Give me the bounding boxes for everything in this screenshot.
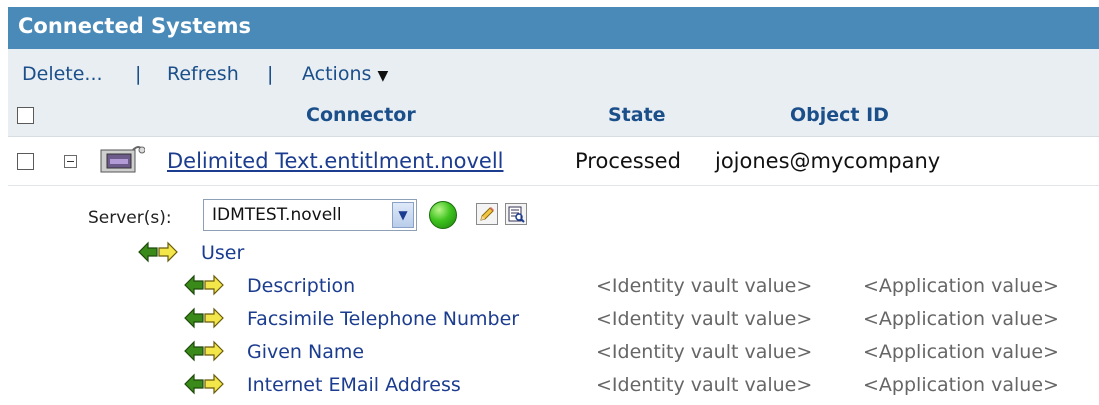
- attribute-name[interactable]: Given Name: [247, 341, 364, 363]
- collapse-toggle-icon[interactable]: [64, 155, 77, 168]
- row-divider: [8, 185, 1099, 186]
- table-header: Connector State Object ID: [8, 96, 1099, 137]
- sync-arrows-icon: [183, 274, 225, 296]
- application-value: <Application value>: [863, 374, 1059, 396]
- tree-root-user[interactable]: User: [201, 242, 244, 264]
- application-value: <Application value>: [863, 275, 1059, 297]
- column-state[interactable]: State: [608, 104, 666, 126]
- chevron-down-icon: ▼: [377, 68, 389, 84]
- delete-button[interactable]: Delete...: [22, 63, 103, 85]
- application-value: <Application value>: [863, 341, 1059, 363]
- panel-title: Connected Systems: [18, 14, 252, 38]
- server-select-value: IDMTEST.novell: [212, 205, 342, 225]
- toolbar-separator: |: [267, 63, 274, 85]
- sync-arrows-icon: [183, 340, 225, 362]
- connector-icon: [99, 144, 146, 180]
- table-row: Delimited Text.entitlment.novell Process…: [8, 137, 1099, 185]
- view-details-icon[interactable]: [505, 203, 527, 225]
- attribute-name[interactable]: Description: [247, 275, 355, 297]
- row-object-id: jojones@mycompany: [715, 149, 941, 173]
- panel-header: Connected Systems: [8, 7, 1099, 49]
- row-checkbox[interactable]: [17, 153, 34, 170]
- toolbar: Delete... | Refresh | Actions ▼: [8, 49, 1099, 96]
- status-green-icon: [429, 201, 457, 229]
- select-all-checkbox[interactable]: [17, 107, 34, 124]
- column-object-id[interactable]: Object ID: [790, 104, 889, 126]
- attribute-name[interactable]: Internet EMail Address: [247, 374, 461, 396]
- attribute-name[interactable]: Facsimile Telephone Number: [247, 308, 519, 330]
- application-value: <Application value>: [863, 308, 1059, 330]
- sync-arrows-icon: [137, 241, 179, 263]
- edit-pencil-icon[interactable]: [476, 203, 498, 225]
- row-state: Processed: [575, 149, 681, 173]
- sync-arrows-icon: [183, 307, 225, 329]
- actions-label: Actions: [302, 63, 372, 85]
- server-label: Server(s):: [88, 208, 172, 228]
- identity-vault-value: <Identity vault value>: [596, 308, 813, 330]
- actions-menu-button[interactable]: Actions ▼: [302, 63, 388, 85]
- refresh-button[interactable]: Refresh: [167, 63, 239, 85]
- chevron-down-icon: ▼: [392, 202, 414, 228]
- identity-vault-value: <Identity vault value>: [596, 374, 813, 396]
- identity-vault-value: <Identity vault value>: [596, 341, 813, 363]
- server-select[interactable]: IDMTEST.novell ▼: [203, 199, 417, 231]
- identity-vault-value: <Identity vault value>: [596, 275, 813, 297]
- sync-arrows-icon: [183, 373, 225, 395]
- toolbar-separator: |: [135, 63, 142, 85]
- column-connector[interactable]: Connector: [306, 104, 416, 126]
- connector-link[interactable]: Delimited Text.entitlment.novell: [167, 149, 504, 173]
